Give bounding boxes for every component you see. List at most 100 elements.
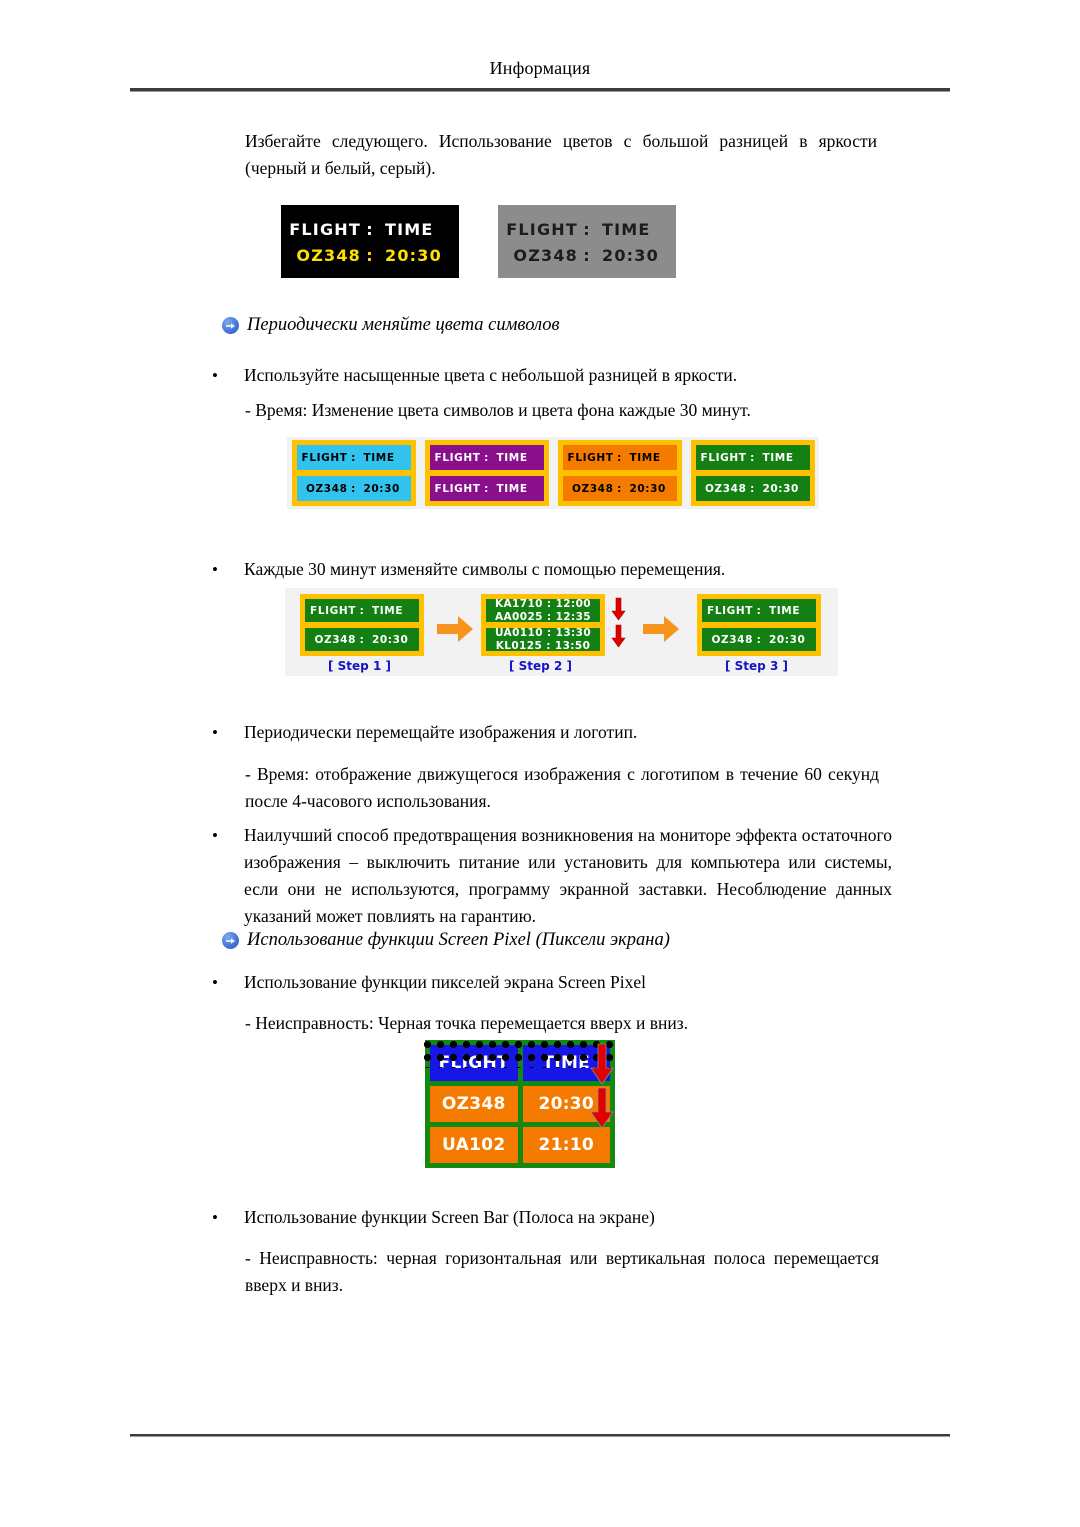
figure-slot: FLIGHT : TIME OZ348 : 20:30 xyxy=(287,437,420,509)
bullet-best-prevention-method: • Наилучший способ предотвращения возник… xyxy=(212,822,892,930)
scroll-line-d: KL0125 : 13:50 xyxy=(495,640,591,651)
bullet-marker: • xyxy=(212,1208,218,1227)
cell-separator: : xyxy=(359,604,365,617)
color-panel-green: FLIGHT : TIME OZ348 : 20:30 xyxy=(690,440,815,506)
scroll-line-b: AA0025 : 12:35 xyxy=(494,611,591,622)
cell-flight: FLIGHT xyxy=(567,451,614,464)
cell-time-value: TIME xyxy=(496,482,528,495)
step-panel-1: FLIGHT : TIME OZ348 : 20:30 xyxy=(300,594,424,656)
down-arrow-icon xyxy=(590,1087,614,1129)
board-cell-flight: FLIGHT xyxy=(289,220,361,239)
cell-flight: FLIGHT xyxy=(700,451,747,464)
cell-flight-no: FLIGHT xyxy=(434,482,481,495)
cell-time: TIME xyxy=(762,451,794,464)
panel-row-header: FLIGHT : TIME xyxy=(562,445,677,470)
cell-time-value: 20:30 xyxy=(629,482,666,495)
cell-time: TIME xyxy=(769,604,801,617)
bullet-label: Наилучший способ предотвращения возникно… xyxy=(244,825,892,926)
board-cell-separator: : xyxy=(366,220,374,239)
step-panel-2: KA1710 : 12:00 AA0025 : 12:35 UA0110 : 1… xyxy=(481,594,605,656)
bullet-marker: • xyxy=(212,973,218,992)
bullet-marker: • xyxy=(212,366,218,385)
panel-row-scrolling-bottom: UA0110 : 13:30 KL0125 : 13:50 xyxy=(486,628,600,651)
panel-row-header: FLIGHT : TIME xyxy=(296,445,411,470)
board-cell-time-value: 20:30 xyxy=(385,246,442,265)
bullet-screen-bar-function: • Использование функции Screen Bar (Поло… xyxy=(212,1204,892,1231)
cell-flight-no: OZ348 xyxy=(430,1086,518,1122)
figure-screen-pixel: FLIGHT TIME OZ348 20:30 UA102 21:10 xyxy=(421,1038,617,1170)
cell-time-value: 21:10 xyxy=(522,1127,610,1163)
step-label-2: [ Step 2 ] xyxy=(509,659,572,673)
panel-row-header: FLIGHT : TIME xyxy=(702,599,816,622)
bullet-label: Использование функции Screen Bar (Полоса… xyxy=(244,1207,655,1227)
cell-separator: : xyxy=(484,451,489,464)
cell-separator: : xyxy=(351,451,356,464)
down-arrow-icon xyxy=(590,1043,614,1085)
scroll-line-c: UA0110 : 13:30 xyxy=(494,628,592,639)
cell-flight-no: OZ348 xyxy=(711,633,753,646)
step-panel-3: FLIGHT : TIME OZ348 : 20:30 xyxy=(697,594,821,656)
board-cell-flight-no: OZ348 xyxy=(513,246,578,265)
cell-flight-no: OZ348 xyxy=(306,482,348,495)
cell-separator: : xyxy=(484,482,489,495)
figure-slot: FLIGHT : TIME OZ348 : 20:30 xyxy=(686,437,819,509)
cell-time-value: 20:30 xyxy=(363,482,400,495)
arrow-bullet-icon xyxy=(222,317,239,334)
board-cell-time-value: 20:30 xyxy=(602,246,659,265)
cell-separator: : xyxy=(617,482,622,495)
flight-info-board: FLIGHT TIME OZ348 20:30 UA102 21:10 xyxy=(425,1040,615,1168)
bullet-marker: • xyxy=(212,826,218,845)
arrow-bullet-icon xyxy=(222,932,239,949)
right-arrow-icon xyxy=(643,614,679,644)
board-row-data: OZ348 : 20:30 xyxy=(498,243,676,269)
cell-flight-no: UA102 xyxy=(430,1127,518,1163)
panel-row-scrolling-top: KA1710 : 12:00 AA0025 : 12:35 xyxy=(486,599,600,622)
bullet-label: Используйте насыщенные цвета с небольшой… xyxy=(244,365,738,385)
panel-row-header: FLIGHT : TIME xyxy=(305,599,419,622)
down-arrow-icon xyxy=(611,597,626,621)
footer-divider xyxy=(130,1434,950,1437)
cell-separator: : xyxy=(351,482,356,495)
step-label-3: [ Step 3 ] xyxy=(725,659,788,673)
panel-row-data: OZ348 : 20:30 xyxy=(695,476,810,501)
color-panel-orange: FLIGHT : TIME OZ348 : 20:30 xyxy=(557,440,682,506)
board-cell-separator: : xyxy=(366,246,374,265)
intro-paragraph: Избегайте следующего. Использование цвет… xyxy=(245,131,877,178)
cell-flight: FLIGHT xyxy=(434,451,481,464)
color-panel-cyan: FLIGHT : TIME OZ348 : 20:30 xyxy=(291,440,416,506)
board-row-header: FLIGHT : TIME xyxy=(281,217,459,243)
cell-flight-no: OZ348 xyxy=(314,633,356,646)
board-row-data: OZ348 20:30 xyxy=(430,1086,610,1122)
cell-flight-no: OZ348 xyxy=(572,482,614,495)
bullet-screen-pixel-function: • Использование функции пикселей экрана … xyxy=(212,969,892,996)
cell-time-value: 20:30 xyxy=(372,633,409,646)
board-row-header: FLIGHT : TIME xyxy=(498,217,676,243)
bullet-label: Каждые 30 минут изменяйте символы с помо… xyxy=(244,559,726,579)
bullet-move-images-logo: • Периодически перемещайте изображения и… xyxy=(212,719,892,746)
color-panel-purple: FLIGHT : TIME FLIGHT : TIME xyxy=(424,440,549,506)
figure-slot: FLIGHT : TIME FLIGHT : TIME xyxy=(420,437,553,509)
bullet-move-characters: • Каждые 30 минут изменяйте символы с по… xyxy=(212,556,892,583)
cell-flight-header: FLIGHT xyxy=(430,1045,518,1081)
cell-flight: FLIGHT xyxy=(301,451,348,464)
figure-move-steps: FLIGHT : TIME OZ348 : 20:30 [ Step 1 ] K… xyxy=(285,588,838,676)
header-divider xyxy=(130,88,950,92)
figure-slot: FLIGHT : TIME OZ348 : 20:30 xyxy=(553,437,686,509)
panel-row-data: OZ348 : 20:30 xyxy=(296,476,411,501)
right-arrow-icon xyxy=(437,614,473,644)
bullet-marker: • xyxy=(212,723,218,742)
panel-row-data: OZ348 : 20:30 xyxy=(562,476,677,501)
board-cell-flight-no: OZ348 xyxy=(296,246,361,265)
note-black-bar-moves: - Неисправность: черная горизонтальная и… xyxy=(245,1248,879,1295)
panel-row-data: OZ348 : 20:30 xyxy=(702,628,816,651)
page-header-title: Информация xyxy=(489,58,591,78)
cell-time: TIME xyxy=(629,451,661,464)
board-cell-separator: : xyxy=(583,220,591,239)
cell-time-value: 20:30 xyxy=(762,482,799,495)
panel-row-data: OZ348 : 20:30 xyxy=(305,628,419,651)
subheading-change-colors: Периодически меняйте цвета символов xyxy=(222,313,560,337)
cell-separator: : xyxy=(756,604,762,617)
cell-flight: FLIGHT xyxy=(707,604,753,617)
cell-separator: : xyxy=(756,633,762,646)
subheading-screen-pixel: Использование функции Screen Pixel (Пикс… xyxy=(222,928,670,952)
